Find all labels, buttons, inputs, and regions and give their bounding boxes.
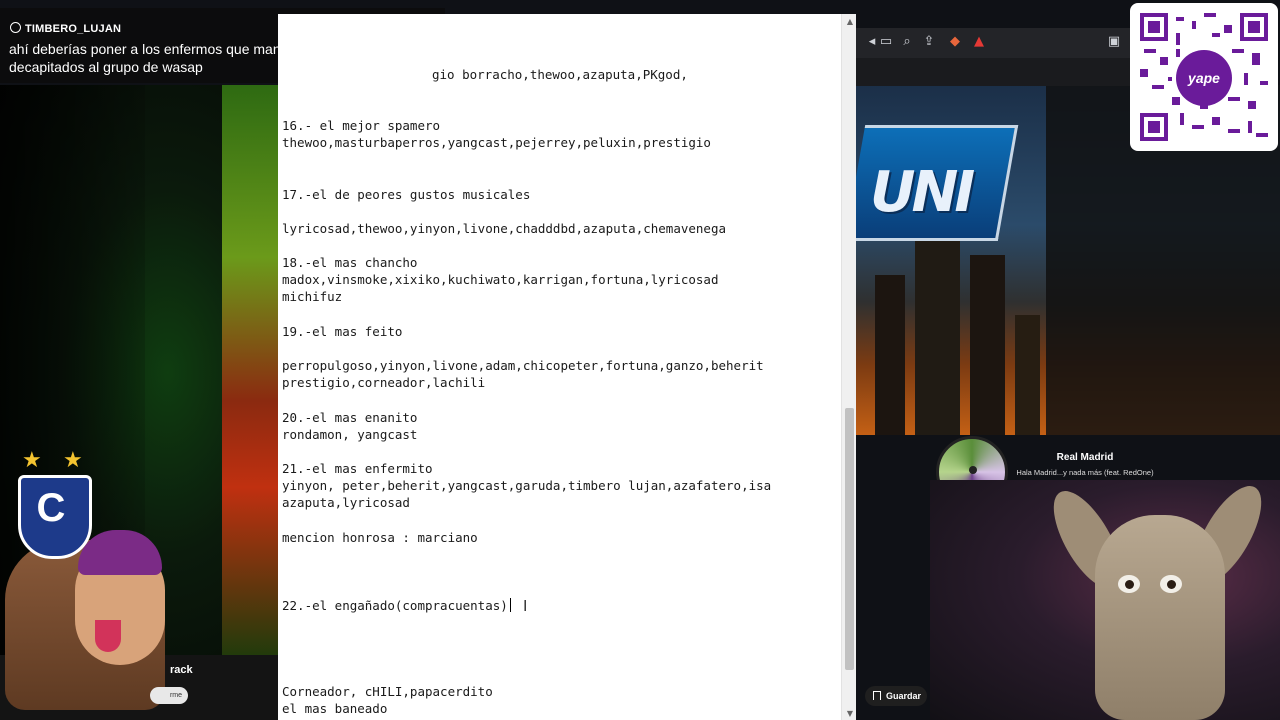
text-caret: [509, 598, 511, 612]
scroll-down-arrow-icon[interactable]: ▼: [847, 709, 853, 718]
cast-icon[interactable]: ▭: [877, 33, 895, 51]
stream-background-stripe: [222, 85, 280, 660]
text-editor-window[interactable]: gio borracho,thewoo,azaputa,PKgod, 16.- …: [278, 14, 856, 720]
song-title: Real Madrid: [1056, 452, 1114, 463]
document-line: azaputa,lyricosad: [282, 495, 410, 510]
browser-content-gap: [855, 58, 1145, 86]
document-line: 18.-el mas chancho: [282, 255, 418, 270]
document-line: 21.-el mas enfermito: [282, 461, 433, 476]
yape-logo: yape: [1176, 50, 1232, 106]
text-cursor-icon: Ι: [523, 597, 528, 615]
document-line: 16.- el mejor spamero: [282, 118, 441, 133]
share-icon[interactable]: ⇪: [920, 33, 938, 51]
save-button-label: Guardar: [886, 691, 922, 701]
document-line: rondamon, yangcast: [282, 427, 418, 442]
tab-search-icon[interactable]: ▣: [1105, 33, 1123, 51]
document-line: 19.-el mas feito: [282, 324, 403, 339]
zoom-icon[interactable]: ⌕: [898, 33, 916, 51]
donkey-mask: [1095, 515, 1225, 720]
document-line: lyricosad,thewoo,yinyon,livone,chadddbd,…: [282, 221, 727, 236]
bookmark-icon: [873, 691, 881, 700]
document-line: gio borracho,thewoo,azaputa,PKgod,: [432, 67, 688, 82]
document-line: 20.-el mas enanito: [282, 410, 418, 425]
donkey-eye-right: [1160, 575, 1182, 593]
mascot-tongue: [95, 620, 121, 652]
chat-username: TIMBERO_LUJAN: [25, 23, 122, 35]
document-line: yinyon, peter,beherit,yangcast,garuda,ti…: [282, 478, 772, 493]
scroll-thumb[interactable]: [845, 408, 854, 670]
user-icon: [10, 22, 21, 33]
track-label: rack: [170, 664, 193, 676]
scroll-up-arrow-icon[interactable]: ▲: [847, 17, 853, 26]
brave-shield-icon[interactable]: ◆: [946, 33, 964, 51]
vertical-scrollbar[interactable]: ▲ ▼: [841, 14, 856, 720]
document-line: prestigio,corneador,lachili: [282, 375, 486, 390]
donkey-eye-left: [1118, 575, 1140, 593]
document-line: michifuz: [282, 289, 343, 304]
document-line: madox,vinsmoke,xixiko,kuchiwato,karrigan…: [282, 272, 719, 287]
document-line: mencion honrosa : marciano: [282, 530, 478, 545]
document-line: el mas baneado: [282, 701, 388, 716]
star-icon: ★: [63, 448, 83, 473]
document-line-current: 22.-el engañado(compracuentas): [282, 598, 511, 613]
document-line: Corneador, cHILI,papacerdito: [282, 684, 493, 699]
document-line: 17.-el de peores gustos musicales: [282, 187, 531, 202]
game-logo: UNI: [870, 160, 975, 225]
chat-username-row: TIMBERO_LUJAN: [10, 22, 121, 35]
star-icon: ★: [22, 448, 42, 473]
document-line: perropulgoso,yinyon,livone,adam,chicopet…: [282, 358, 764, 373]
document-line: 22.-el engañado(compracuentas): [282, 598, 508, 613]
club-crest-letter: C: [36, 486, 66, 530]
rewards-icon[interactable]: ▲: [970, 33, 988, 51]
inform-button[interactable]: rme: [150, 687, 188, 704]
document-line: thewoo,masturbaperros,yangcast,pejerrey,…: [282, 135, 711, 150]
save-button[interactable]: Guardar: [865, 686, 927, 706]
song-subtitle: Hala Madrid...y nada más (feat. RedOne): [1016, 468, 1154, 477]
